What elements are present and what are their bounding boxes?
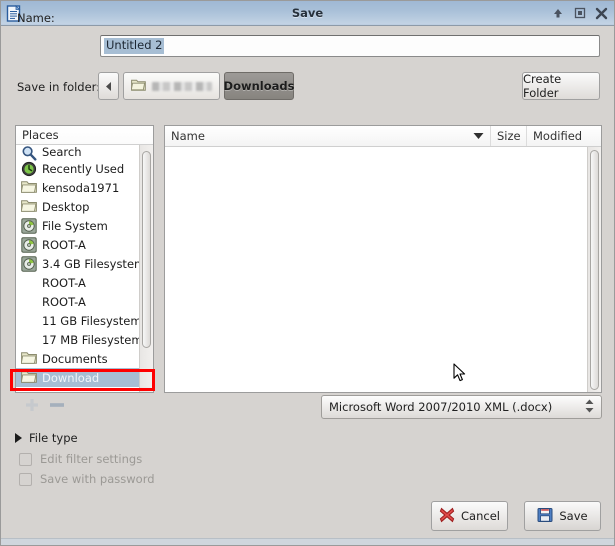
places-item-11-gb-filesystem[interactable]: 11 GB Filesystem [16, 311, 153, 330]
column-header-name-label: Name [171, 129, 205, 143]
create-folder-label: Create Folder [523, 72, 562, 100]
folder-icon [20, 180, 37, 196]
places-scrollbar[interactable] [139, 145, 153, 392]
places-item-search[interactable]: Search [16, 145, 153, 161]
places-item-3-4-gb-filesystem[interactable]: 3.4 GB Filesystem [16, 254, 153, 273]
column-header-name[interactable]: Name [165, 126, 491, 146]
places-pane: Places Search Recently Used kensoda1971 Des… [15, 125, 154, 393]
column-header-modified-label: Modified [533, 129, 583, 143]
save-in-folder-label: Save in folder: [17, 80, 101, 94]
places-item-label: Search [42, 145, 82, 159]
places-item-label: 11 GB Filesystem [42, 313, 142, 328]
places-item-root-a[interactable]: ROOT-A [16, 273, 153, 292]
places-item-documents[interactable]: Documents [16, 349, 153, 368]
recent-icon [21, 161, 37, 177]
places-item-label: File System [42, 218, 108, 233]
path-back-button[interactable] [98, 72, 119, 100]
window-title: Save [291, 6, 324, 20]
places-item-label: Desktop [42, 199, 90, 214]
places-item-root-a[interactable]: ROOT-A [16, 292, 153, 311]
remove-place-button[interactable] [49, 398, 65, 415]
folder-icon [130, 78, 146, 94]
places-item-label: ROOT-A [42, 275, 86, 290]
checkbox-box[interactable] [19, 452, 32, 466]
path-button-downloads-label: Downloads [223, 79, 295, 93]
create-folder-button[interactable]: Create Folder [522, 72, 600, 100]
places-item-label: ROOT-A [42, 237, 86, 252]
column-header-modified[interactable]: Modified [527, 126, 587, 146]
checkbox-save-with-password[interactable]: Save with password [19, 472, 155, 486]
name-input-value: Untitled 2 [104, 38, 165, 54]
file-type-selected-value: Microsoft Word 2007/2010 XML (.docx) [329, 400, 553, 414]
expander-triangle-icon [15, 433, 22, 443]
cancel-label: Cancel [461, 509, 500, 523]
save-label: Save [559, 509, 588, 523]
places-item-label: Recently Used [42, 161, 125, 176]
path-button-parent-folder[interactable] [123, 72, 220, 100]
add-place-button[interactable] [25, 398, 39, 415]
folder-icon [20, 370, 37, 386]
file-list-scrollbar[interactable] [587, 147, 601, 392]
places-item-recently-used[interactable]: Recently Used [16, 159, 153, 178]
checkbox-label: Edit filter settings [40, 452, 143, 466]
maximize-icon[interactable] [573, 7, 586, 20]
places-item-desktop[interactable]: Desktop [16, 197, 153, 216]
header-scroll-filler [587, 126, 601, 146]
window-controls [551, 1, 608, 25]
file-list-pane: Name Size Modified [164, 125, 602, 393]
places-item-root-a[interactable]: ROOT-A [16, 235, 153, 254]
places-item-label: ROOT-A [42, 294, 86, 309]
combo-spinner-icons [585, 399, 594, 413]
file-type-expander[interactable]: File type [15, 431, 78, 445]
places-item-file-system[interactable]: File System [16, 216, 153, 235]
places-item-download[interactable]: Download [16, 368, 153, 387]
places-add-remove-row [15, 395, 154, 417]
file-list-header: Name Size Modified [165, 126, 601, 147]
floppy-disk-icon [537, 507, 553, 526]
places-item-label: Download [42, 370, 100, 385]
checkbox-edit-filter-settings[interactable]: Edit filter settings [19, 452, 142, 466]
column-header-size-label: Size [497, 129, 521, 143]
drive-icon [21, 217, 37, 234]
drive-icon [21, 255, 37, 272]
folder-icon [20, 199, 37, 215]
path-button-downloads[interactable]: Downloads [224, 72, 294, 100]
file-type-combobox[interactable]: Microsoft Word 2007/2010 XML (.docx) [321, 395, 602, 419]
name-input[interactable]: Untitled 2 [100, 35, 600, 57]
red-x-icon [439, 507, 455, 526]
cancel-button[interactable]: Cancel [431, 501, 508, 531]
sort-desc-icon [473, 129, 484, 143]
file-list-scrollbar-thumb[interactable] [590, 150, 599, 390]
drive-icon [21, 236, 37, 253]
places-header: Places [16, 126, 153, 145]
path-button-redacted-label [152, 81, 212, 91]
places-item-label: Documents [42, 351, 108, 366]
checkbox-label: Save with password [40, 472, 155, 486]
file-list-body[interactable] [165, 147, 601, 392]
column-header-size[interactable]: Size [491, 126, 527, 146]
places-item-kensoda1971[interactable]: kensoda1971 [16, 178, 153, 197]
checkbox-box[interactable] [19, 472, 32, 486]
status-strip [1, 538, 614, 545]
close-icon[interactable] [595, 7, 608, 20]
title-bar: Save [1, 1, 614, 26]
save-dialog-window: Save Name: Untitled 2 Save in folder: Do… [0, 0, 615, 546]
places-list[interactable]: Search Recently Used kensoda1971 Desktop Fil… [16, 145, 153, 392]
search-icon [21, 145, 37, 161]
places-item-17-mb-filesystem[interactable]: 17 MB Filesystem [16, 330, 153, 349]
file-type-expander-label: File type [29, 431, 78, 445]
save-button[interactable]: Save [524, 501, 601, 531]
name-label: Name: [17, 11, 55, 25]
shade-up-icon[interactable] [551, 7, 564, 20]
places-scrollbar-thumb[interactable] [142, 151, 151, 348]
places-item-label: 3.4 GB Filesystem [42, 256, 146, 271]
places-item-label: kensoda1971 [42, 180, 120, 195]
places-item-label: 17 MB Filesystem [42, 332, 143, 347]
folder-icon [20, 351, 37, 367]
